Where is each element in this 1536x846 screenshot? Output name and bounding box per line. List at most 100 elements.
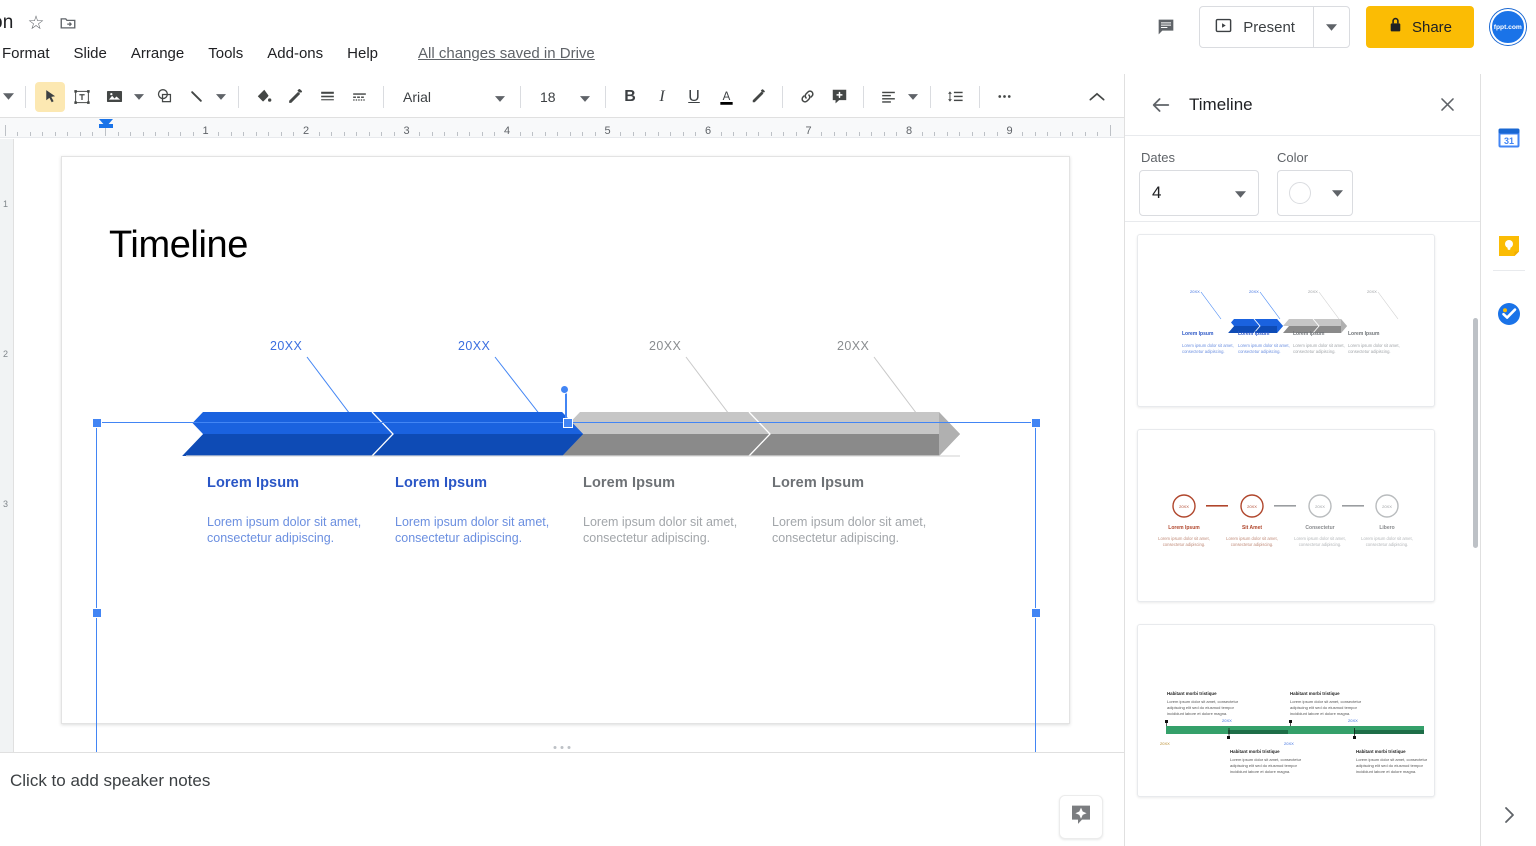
underline-button[interactable]: U xyxy=(679,82,709,112)
add-comment-icon[interactable] xyxy=(824,82,854,112)
avatar[interactable]: fppt.com xyxy=(1490,9,1526,45)
timeline-item-body: Lorem ipsum dolor sit amet, consectetur … xyxy=(207,515,372,547)
svg-text:20XX: 20XX xyxy=(1348,718,1358,723)
document-title[interactable]: on xyxy=(0,12,14,34)
line-spacing-icon[interactable] xyxy=(940,82,970,112)
svg-text:Lorem ipsum dolor sit amet,: Lorem ipsum dolor sit amet, xyxy=(1226,536,1278,541)
svg-text:Consectetur: Consectetur xyxy=(1305,525,1334,531)
text-color-button[interactable]: A xyxy=(711,82,741,112)
line-icon[interactable] xyxy=(181,82,211,112)
ruler-minor-tick xyxy=(520,132,521,136)
timeline-item-1[interactable]: Lorem Ipsum Lorem ipsum dolor sit amet, … xyxy=(207,475,372,547)
highlight-pen-icon[interactable] xyxy=(743,82,773,112)
ruler-minor-tick xyxy=(1097,132,1098,136)
menu-item-format[interactable]: Format xyxy=(0,43,62,64)
image-icon[interactable] xyxy=(99,82,129,112)
chevron-right-icon[interactable] xyxy=(1499,804,1521,826)
dates-select[interactable]: 4 xyxy=(1139,170,1259,216)
google-calendar-icon[interactable]: 31 xyxy=(1497,126,1521,150)
align-left-icon[interactable] xyxy=(873,82,903,112)
date-label-4[interactable]: 20XX xyxy=(837,339,869,353)
italic-button[interactable]: I xyxy=(647,82,677,112)
ruler-minor-tick xyxy=(721,132,722,136)
svg-text:20XX: 20XX xyxy=(1315,504,1325,509)
panel-header: Timeline xyxy=(1125,74,1481,136)
text-box-icon[interactable] xyxy=(67,82,97,112)
undo-redo-overflow-icon[interactable] xyxy=(0,82,16,112)
ruler-minor-tick xyxy=(494,132,495,136)
horizontal-ruler[interactable]: 123456789 xyxy=(0,118,1124,138)
font-family-select[interactable]: Arial xyxy=(393,83,511,111)
share-button[interactable]: Share xyxy=(1366,6,1474,48)
color-select[interactable] xyxy=(1277,170,1353,216)
top-bar: on ☆ Format Slide Arrange Tools Add-ons … xyxy=(0,0,1536,74)
svg-text:20XX: 20XX xyxy=(1190,289,1200,294)
timeline-item-3[interactable]: Lorem Ipsum Lorem ipsum dolor sit amet, … xyxy=(583,475,748,547)
menu-item-slide[interactable]: Slide xyxy=(62,43,119,64)
svg-text:Lorem ipsum dolor sit amet,: Lorem ipsum dolor sit amet, xyxy=(1348,343,1400,348)
date-label-2[interactable]: 20XX xyxy=(458,339,490,353)
line-dropdown-icon[interactable] xyxy=(213,82,229,112)
back-arrow-icon[interactable] xyxy=(1141,85,1181,125)
menu-item-arrange[interactable]: Arrange xyxy=(119,43,196,64)
bold-button[interactable]: B xyxy=(615,82,645,112)
cursor-arrow-icon[interactable] xyxy=(35,82,65,112)
present-button[interactable]: Present xyxy=(1200,7,1313,47)
ruler-minor-tick xyxy=(344,132,345,136)
border-weight-icon[interactable] xyxy=(312,82,342,112)
template-thumbnail-chevron-arrow-timeline[interactable]: 20XX 20XX 20XX 20XX Lorem Ipsum Lorem Ip… xyxy=(1137,234,1435,407)
speaker-notes-pane[interactable]: Click to add speaker notes xyxy=(0,752,1124,846)
close-icon[interactable] xyxy=(1427,85,1467,125)
svg-text:Lorem ipsum dolor sit amet,: Lorem ipsum dolor sit amet, xyxy=(1182,343,1234,348)
ruler-minor-tick xyxy=(268,132,269,136)
ruler-minor-tick xyxy=(331,132,332,136)
google-keep-icon[interactable] xyxy=(1497,234,1521,258)
date-label-3[interactable]: 20XX xyxy=(649,339,681,353)
ruler-minor-tick xyxy=(683,132,684,136)
timeline-diagram[interactable]: 20XX 20XX 20XX 20XX Lorem Ipsum Lorem ip… xyxy=(62,157,1071,725)
present-dropdown-icon[interactable] xyxy=(1313,7,1349,47)
timeline-item-2[interactable]: Lorem Ipsum Lorem ipsum dolor sit amet, … xyxy=(395,475,560,547)
google-tasks-icon[interactable] xyxy=(1497,302,1521,326)
filmstrip-number: 2 xyxy=(3,349,8,359)
insert-link-icon[interactable] xyxy=(792,82,822,112)
font-size-select[interactable]: 18 xyxy=(530,83,596,111)
collapse-toolbar-icon[interactable] xyxy=(1082,82,1112,112)
indent-marker-icon[interactable] xyxy=(99,119,113,127)
ruler-minor-tick xyxy=(457,132,458,136)
image-dropdown-icon[interactable] xyxy=(131,82,147,112)
template-thumbnail-circles-timeline[interactable]: 20XX 20XX 20XX 20XX Lorem Ipsum Sit Amet… xyxy=(1137,429,1435,602)
svg-text:incididunt labore et dolore ma: incididunt labore et dolore magna. xyxy=(1290,711,1350,716)
svg-text:Lorem ipsum dolor sit amet, co: Lorem ipsum dolor sit amet, consectetur xyxy=(1230,757,1302,762)
slide-editing-surface[interactable]: Timeline xyxy=(61,156,1070,724)
more-options-icon[interactable] xyxy=(989,82,1019,112)
star-icon[interactable]: ☆ xyxy=(28,14,45,33)
move-to-folder-icon[interactable] xyxy=(59,14,77,32)
chevron-down-icon xyxy=(1235,183,1246,203)
explore-button[interactable] xyxy=(1059,795,1103,839)
toolbar-divider xyxy=(383,86,384,108)
font-size-value: 18 xyxy=(540,89,556,105)
canvas-resize-grip[interactable] xyxy=(554,746,571,749)
menu-item-tools[interactable]: Tools xyxy=(196,43,255,64)
save-status[interactable]: All changes saved in Drive xyxy=(418,45,595,62)
fill-color-icon[interactable] xyxy=(248,82,278,112)
chevron-down-icon xyxy=(1332,184,1343,202)
border-dash-icon[interactable] xyxy=(344,82,374,112)
timeline-item-4[interactable]: Lorem Ipsum Lorem ipsum dolor sit amet, … xyxy=(772,475,937,547)
filmstrip-edge[interactable]: 1 2 3 xyxy=(0,139,14,752)
template-thumbnail-bar-timeline[interactable]: 20XX 20XX 20XX 20XX Habitant morbi trist… xyxy=(1137,624,1435,797)
menu-item-help[interactable]: Help xyxy=(335,43,390,64)
menu-item-add-ons[interactable]: Add-ons xyxy=(255,43,335,64)
template-list[interactable]: 20XX 20XX 20XX 20XX Lorem Ipsum Lorem Ip… xyxy=(1125,222,1481,846)
comment-history-icon[interactable] xyxy=(1149,10,1183,44)
panel-scrollbar[interactable] xyxy=(1473,318,1478,548)
ruler-minor-tick xyxy=(17,132,18,136)
line-color-pen-icon[interactable] xyxy=(280,82,310,112)
timeline-item-heading: Lorem Ipsum xyxy=(395,475,560,491)
svg-text:20XX: 20XX xyxy=(1249,289,1259,294)
ruler-minor-tick xyxy=(381,132,382,136)
shape-icon[interactable] xyxy=(149,82,179,112)
align-dropdown-icon[interactable] xyxy=(905,82,921,112)
date-label-1[interactable]: 20XX xyxy=(270,339,302,353)
